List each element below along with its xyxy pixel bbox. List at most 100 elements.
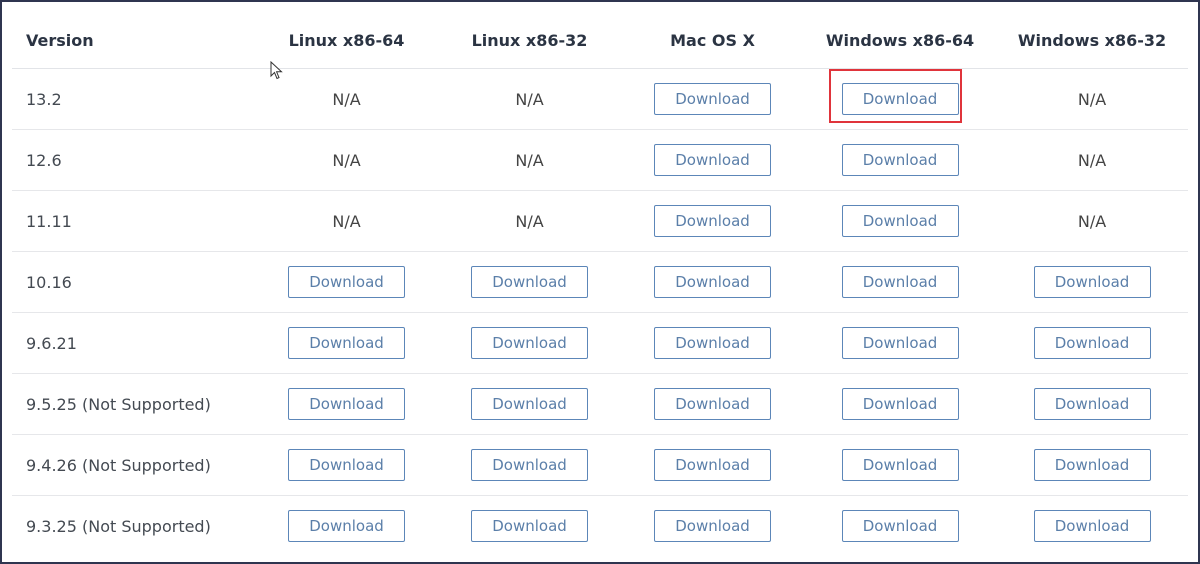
cell-mac-os-x: Download <box>621 312 804 374</box>
cell-linux-x86-64: N/A <box>255 129 438 191</box>
download-button-windows-x86-64[interactable]: Download <box>841 388 959 420</box>
download-button-linux-x86-64[interactable]: Download <box>288 327 405 359</box>
cell-windows-x86-32: Download <box>996 251 1188 313</box>
download-button-windows-x86-32[interactable]: Download <box>1033 266 1151 298</box>
not-available-text: N/A <box>332 150 361 170</box>
download-button-linux-x86-64[interactable]: Download <box>288 388 405 420</box>
cell-windows-x86-64: Download <box>804 68 996 130</box>
download-button-windows-x86-64[interactable]: Download <box>841 449 959 481</box>
download-button-windows-x86-64[interactable]: Download <box>841 327 959 359</box>
download-button-linux-x86-32[interactable]: Download <box>471 388 588 420</box>
cell-linux-x86-32: Download <box>438 251 621 313</box>
cell-linux-x86-32: Download <box>438 496 621 557</box>
cell-linux-x86-32: N/A <box>438 129 621 191</box>
version-cell: 9.5.25 (Not Supported) <box>12 373 255 435</box>
cell-windows-x86-64: Download <box>804 190 996 252</box>
cell-mac-os-x: Download <box>621 251 804 313</box>
download-button-mac-os-x[interactable]: Download <box>654 388 771 420</box>
download-button-windows-x86-64[interactable]: Download <box>841 266 959 298</box>
header-version: Version <box>12 12 255 69</box>
table-row: 9.5.25 (Not Supported) Download Download Do… <box>12 373 1188 435</box>
download-button-mac-os-x[interactable]: Download <box>654 83 771 115</box>
window-frame: Version Linux x86-64 Linux x86-32 Mac OS… <box>0 0 1200 564</box>
not-available-text: N/A <box>515 89 544 109</box>
cell-windows-x86-32: N/A <box>996 190 1188 252</box>
download-button-mac-os-x[interactable]: Download <box>654 266 771 298</box>
table-row: 9.3.25 (Not Supported) Download Download Do… <box>12 496 1188 557</box>
version-cell: 12.6 <box>12 129 255 191</box>
cell-windows-x86-64: Download <box>804 129 996 191</box>
cell-windows-x86-64: Download <box>804 373 996 435</box>
mouse-cursor-icon <box>270 61 283 80</box>
cell-linux-x86-64: Download <box>255 496 438 557</box>
cell-linux-x86-64: Download <box>255 251 438 313</box>
cell-linux-x86-32: Download <box>438 434 621 496</box>
download-button-windows-x86-64[interactable]: Download <box>841 83 959 115</box>
download-button-linux-x86-64[interactable]: Download <box>288 449 405 481</box>
cell-mac-os-x: Download <box>621 373 804 435</box>
download-button-linux-x86-64[interactable]: Download <box>288 510 405 542</box>
header-linux-x86-32: Linux x86-32 <box>438 12 621 69</box>
download-button-linux-x86-64[interactable]: Download <box>288 266 405 298</box>
cell-mac-os-x: Download <box>621 496 804 557</box>
version-cell: 9.4.26 (Not Supported) <box>12 434 255 496</box>
table-row: 9.4.26 (Not Supported) Download Download Do… <box>12 434 1188 496</box>
header-windows-x86-32: Windows x86-32 <box>996 12 1188 69</box>
download-button-linux-x86-32[interactable]: Download <box>471 449 588 481</box>
cell-windows-x86-64: Download <box>804 312 996 374</box>
download-button-linux-x86-32[interactable]: Download <box>471 327 588 359</box>
download-table: Version Linux x86-64 Linux x86-32 Mac OS… <box>12 12 1188 556</box>
download-button-windows-x86-32[interactable]: Download <box>1033 510 1151 542</box>
download-button-windows-x86-64[interactable]: Download <box>841 144 959 176</box>
download-button-mac-os-x[interactable]: Download <box>654 327 771 359</box>
download-button-windows-x86-32[interactable]: Download <box>1033 388 1151 420</box>
version-cell: 13.2 <box>12 68 255 130</box>
download-button-mac-os-x[interactable]: Download <box>654 449 771 481</box>
cell-windows-x86-32: Download <box>996 312 1188 374</box>
cell-mac-os-x: Download <box>621 434 804 496</box>
not-available-text: N/A <box>515 211 544 231</box>
table-row: 11.11 N/A N/A Download Download N/A <box>12 190 1188 252</box>
table-header-row: Version Linux x86-64 Linux x86-32 Mac OS… <box>12 12 1188 69</box>
table-body: 13.2 N/A N/A Download Download N/A 12.6 N/A N/A D… <box>12 68 1188 557</box>
cell-linux-x86-64: N/A <box>255 190 438 252</box>
not-available-text: N/A <box>332 211 361 231</box>
version-cell: 11.11 <box>12 190 255 252</box>
cell-linux-x86-32: Download <box>438 373 621 435</box>
cell-windows-x86-32: Download <box>996 373 1188 435</box>
download-button-mac-os-x[interactable]: Download <box>654 144 771 176</box>
cell-linux-x86-32: N/A <box>438 68 621 130</box>
cell-windows-x86-64: Download <box>804 434 996 496</box>
download-button-mac-os-x[interactable]: Download <box>654 205 771 237</box>
download-button-windows-x86-64[interactable]: Download <box>841 205 959 237</box>
cell-windows-x86-64: Download <box>804 251 996 313</box>
download-button-mac-os-x[interactable]: Download <box>654 510 771 542</box>
download-button-windows-x86-32[interactable]: Download <box>1033 327 1151 359</box>
table-row: 10.16 Download Download Download Download Dow… <box>12 251 1188 313</box>
version-cell: 9.6.21 <box>12 312 255 374</box>
cell-linux-x86-64: Download <box>255 434 438 496</box>
cell-windows-x86-64: Download <box>804 496 996 557</box>
table-row: 13.2 N/A N/A Download Download N/A <box>12 68 1188 130</box>
download-button-windows-x86-32[interactable]: Download <box>1033 449 1151 481</box>
download-button-linux-x86-32[interactable]: Download <box>471 266 588 298</box>
cell-mac-os-x: Download <box>621 68 804 130</box>
table-row: 12.6 N/A N/A Download Download N/A <box>12 129 1188 191</box>
cell-mac-os-x: Download <box>621 190 804 252</box>
cell-windows-x86-32: N/A <box>996 68 1188 130</box>
cell-windows-x86-32: Download <box>996 496 1188 557</box>
version-cell: 9.3.25 (Not Supported) <box>26 516 211 536</box>
cell-linux-x86-32: N/A <box>438 190 621 252</box>
not-available-text: N/A <box>332 89 361 109</box>
cell-linux-x86-64: Download <box>255 312 438 374</box>
not-available-text: N/A <box>1077 89 1107 109</box>
cell-linux-x86-32: Download <box>438 312 621 374</box>
download-button-linux-x86-32[interactable]: Download <box>471 510 588 542</box>
cell-windows-x86-32: Download <box>996 434 1188 496</box>
not-available-text: N/A <box>1077 211 1107 231</box>
header-windows-x86-64: Windows x86-64 <box>804 12 996 69</box>
cell-mac-os-x: Download <box>621 129 804 191</box>
cell-linux-x86-64: Download <box>255 373 438 435</box>
table-row: 9.6.21 Download Download Download Download Do… <box>12 312 1188 374</box>
download-button-windows-x86-64[interactable]: Download <box>841 510 959 542</box>
